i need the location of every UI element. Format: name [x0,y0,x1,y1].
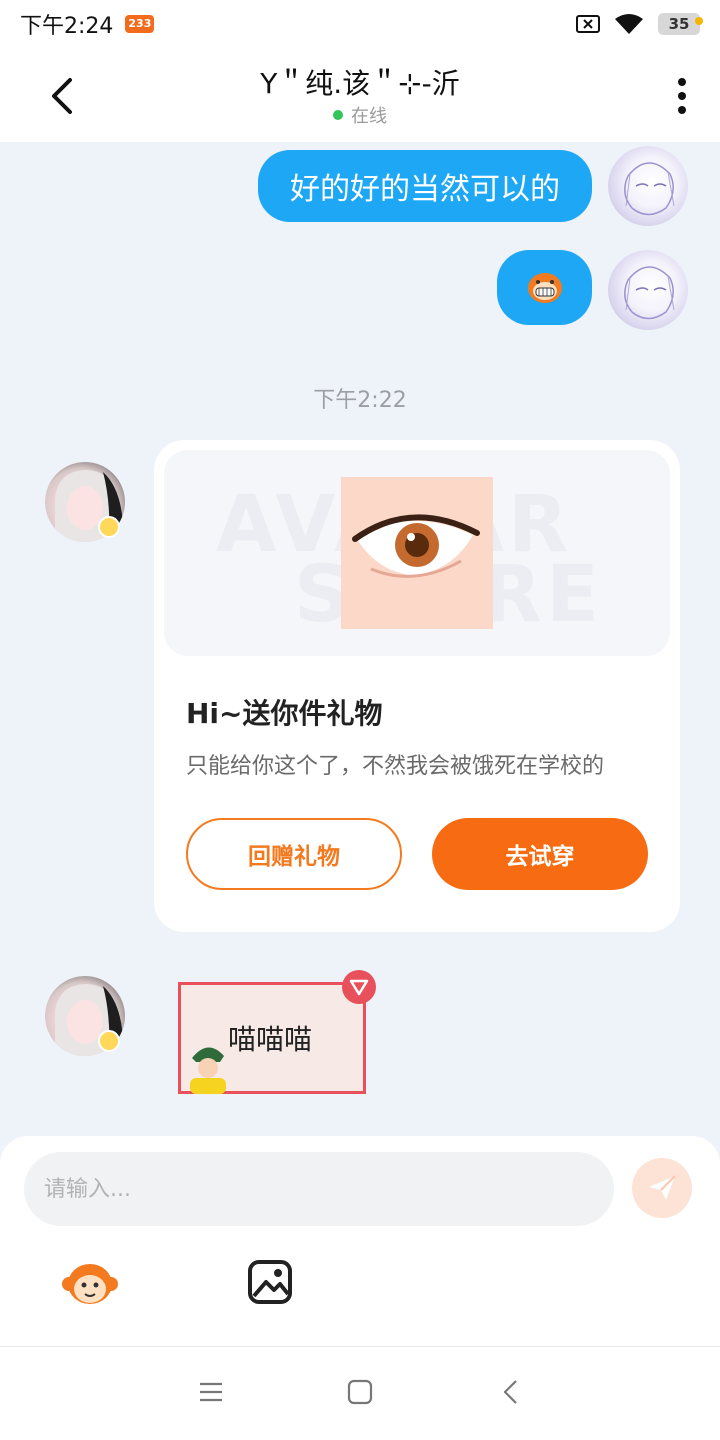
outgoing-message-bubble[interactable]: 好的好的当然可以的 [258,150,592,222]
gift-title: Hi~送你件礼物 [186,697,383,730]
try-on-button[interactable]: 去试穿 [432,818,648,890]
message-input[interactable] [24,1152,614,1226]
back-nav-button[interactable] [496,1377,526,1407]
menu-nav-button[interactable] [196,1377,226,1407]
status-bar: 下午2:24 233 35 [0,0,720,48]
online-status: 在线 [0,102,720,128]
send-button[interactable] [632,1158,692,1218]
my-avatar[interactable] [608,146,688,226]
home-nav-button[interactable] [345,1377,375,1407]
avatar-sketch-icon [624,266,675,320]
contact-name: Y＂纯.该＂⊹-沂 [260,67,460,100]
message-timestamp: 下午2:22 [313,388,407,413]
wifi-icon [615,14,643,34]
status-icons: 35 [576,13,703,35]
status-time: 下午2:24 [20,14,114,39]
gift-card[interactable]: AVATAR STORE Hi~送你件礼物 只能给你这个了，不然我会被饿死在学校… [154,440,680,932]
my-avatar[interactable] [608,250,688,330]
more-options-button[interactable] [670,74,694,118]
input-panel [0,1136,720,1346]
outgoing-emoji-bubble[interactable] [497,250,592,325]
character-sticker-icon [190,1047,226,1094]
contact-avatar-badge-icon [98,516,120,538]
battery-level: 35 [668,15,690,33]
emoji-button[interactable] [60,1258,120,1310]
online-dot-icon [333,110,343,120]
sticker-text: 喵喵喵 [228,1023,313,1056]
sticker-tag-icon [342,970,376,1004]
app-notification-badge: 233 [125,15,155,33]
outgoing-message-text: 好的好的当然可以的 [290,172,560,207]
chat-header: Y＂纯.该＂⊹-沂 在线 [0,48,720,142]
gift-item-eye-image [341,477,493,629]
avatar-sketch-icon [624,162,675,216]
battery-indicator: 35 [658,13,703,35]
contact-avatar-badge-icon [98,1030,120,1052]
sim-disabled-icon [576,15,600,33]
gift-description: 只能给你这个了，不然我会被饿死在学校的 [186,754,605,779]
system-nav-bar [0,1346,720,1440]
online-status-label: 在线 [351,106,387,127]
grinning-monkey-emoji-icon [527,272,562,303]
paper-plane-icon [649,1175,676,1200]
sticker-message[interactable]: 喵喵喵 [178,970,378,1100]
return-gift-button[interactable]: 回赠礼物 [186,818,402,890]
gift-preview: AVATAR STORE [164,450,670,656]
eye-icon [352,514,480,578]
image-picker-button[interactable] [246,1258,294,1306]
